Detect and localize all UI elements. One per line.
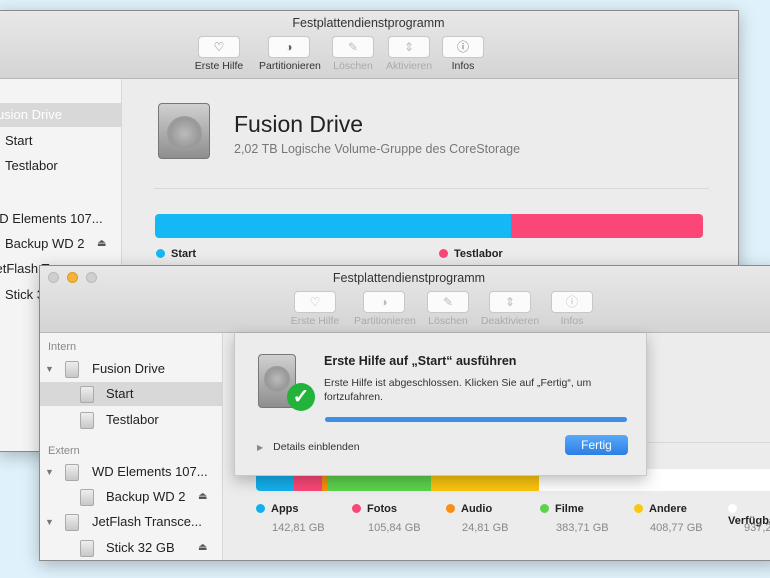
sidebar-item-backup-wd[interactable]: Backup WD 2 ⏏ bbox=[0, 232, 121, 256]
sidebar-item-start[interactable]: Start bbox=[0, 129, 121, 153]
legend-value: 383,71 GB bbox=[556, 522, 609, 534]
details-toggle[interactable]: ▶ Details einblenden bbox=[257, 441, 360, 453]
unmount-icon: ⇕ bbox=[489, 291, 531, 313]
drive-description: 2,02 TB Logische Volume-Gruppe des CoreS… bbox=[234, 142, 521, 156]
info-button[interactable]: ⓘ Infos bbox=[542, 291, 602, 327]
drive-icon bbox=[65, 361, 79, 378]
erase-icon: ✎ bbox=[427, 291, 469, 313]
volume-icon bbox=[80, 386, 94, 403]
section-extern: Extern bbox=[48, 445, 80, 457]
legend-fotos: Fotos bbox=[352, 503, 397, 515]
front-window: Festplattendienstprogramm ♡ Erste Hilfe ◑… bbox=[39, 265, 770, 561]
disclosure-triangle-icon[interactable]: ▼ bbox=[45, 357, 54, 381]
erase-icon: ✎ bbox=[332, 36, 374, 58]
unmount-button[interactable]: ⇕ Deaktivieren bbox=[480, 291, 540, 327]
legend-value: 24,81 GB bbox=[462, 522, 509, 534]
sidebar-item-fusion-drive[interactable]: Fusion Drive bbox=[0, 103, 121, 127]
toolbar: Festplattendienstprogramm ♡ Erste Hilfe ◑… bbox=[0, 11, 738, 79]
drive-name: Fusion Drive bbox=[234, 111, 364, 137]
usage-segment-testlabor bbox=[511, 214, 703, 238]
first-aid-button[interactable]: ♡ Erste Hilfe bbox=[189, 36, 249, 72]
partition-icon: ◑ bbox=[363, 291, 405, 313]
progress-bar bbox=[325, 417, 627, 422]
sheet-message: Erste Hilfe ist abgeschlossen. Klicken S… bbox=[324, 377, 592, 403]
usage-segment-start bbox=[155, 214, 512, 238]
section-intern: Intern bbox=[48, 341, 77, 353]
legend-value: 105,84 GB bbox=[368, 522, 421, 534]
legend-value: 142,81 GB bbox=[272, 522, 325, 534]
legend-value: 408,77 GB bbox=[650, 522, 703, 534]
window-title: Festplattendienstprogramm bbox=[332, 271, 486, 285]
legend-value: 937,2 bbox=[744, 522, 770, 534]
info-icon: ⓘ bbox=[551, 291, 593, 313]
volume-icon bbox=[80, 489, 94, 506]
drive-icon bbox=[65, 464, 79, 481]
hard-drive-icon bbox=[158, 103, 210, 159]
eject-icon[interactable]: ⏏ bbox=[198, 485, 207, 509]
volume-icon bbox=[80, 412, 94, 429]
mount-button[interactable]: ⇕ Aktivieren bbox=[379, 36, 439, 72]
stethoscope-icon: ♡ bbox=[198, 36, 240, 58]
toolbar: Festplattendienstprogramm ♡ Erste Hilfe ◑… bbox=[40, 266, 770, 333]
first-aid-button[interactable]: ♡ Erste Hilfe bbox=[285, 291, 345, 327]
sidebar-item-fusion-drive[interactable]: ▼ Fusion Drive bbox=[40, 357, 222, 381]
disclosure-triangle-icon: ▶ bbox=[257, 443, 264, 452]
info-button[interactable]: ⓘ Infos bbox=[433, 36, 493, 72]
legend-andere: Andere bbox=[634, 503, 687, 515]
sidebar-item-wd-elements[interactable]: WD Elements 107... bbox=[0, 207, 121, 231]
sheet-title: Erste Hilfe auf „Start“ ausführen bbox=[324, 354, 517, 368]
done-button[interactable]: Fertig bbox=[565, 435, 628, 455]
partition-button[interactable]: ◑ Partitionieren bbox=[354, 291, 416, 327]
legend-audio: Audio bbox=[446, 503, 492, 515]
eject-icon[interactable]: ⏏ bbox=[97, 232, 106, 256]
info-icon: ⓘ bbox=[442, 36, 484, 58]
legend-apps: Apps bbox=[256, 503, 299, 515]
legend-filme: Filme bbox=[540, 503, 584, 515]
disclosure-triangle-icon[interactable]: ▼ bbox=[45, 460, 54, 484]
usage-bar bbox=[155, 214, 703, 238]
sidebar-item-testlabor[interactable]: Testlabor bbox=[0, 154, 121, 178]
mount-icon: ⇕ bbox=[388, 36, 430, 58]
first-aid-sheet: ✓ Erste Hilfe auf „Start“ ausführen Erst… bbox=[234, 333, 647, 476]
disclosure-triangle-icon[interactable]: ▼ bbox=[45, 510, 54, 534]
drive-icon bbox=[65, 514, 79, 531]
legend-testlabor: Testlabor bbox=[439, 248, 503, 260]
sidebar-item-wd-elements[interactable]: ▼ WD Elements 107... bbox=[40, 460, 222, 484]
volume-icon bbox=[80, 540, 94, 557]
window-title: Festplattendienstprogramm bbox=[292, 16, 445, 30]
stethoscope-icon: ♡ bbox=[294, 291, 336, 313]
divider bbox=[646, 442, 770, 443]
eject-icon[interactable]: ⏏ bbox=[198, 536, 207, 560]
legend-start: Start bbox=[156, 248, 196, 260]
sidebar-item-jetflash[interactable]: ▼ JetFlash Transce... bbox=[40, 510, 222, 534]
sidebar-item-start[interactable]: Start bbox=[40, 382, 222, 406]
partition-icon: ◑ bbox=[268, 36, 310, 58]
partition-button[interactable]: ◑ Partitionieren bbox=[259, 36, 321, 72]
sidebar-item-backup-wd[interactable]: Backup WD 2 ⏏ bbox=[40, 485, 222, 509]
erase-button[interactable]: ✎ Löschen bbox=[323, 36, 383, 72]
checkmark-icon: ✓ bbox=[287, 383, 315, 411]
sidebar-item-stick[interactable]: Stick 32 GB ⏏ bbox=[40, 536, 222, 560]
erase-button[interactable]: ✎ Löschen bbox=[418, 291, 478, 327]
divider bbox=[154, 188, 709, 189]
sidebar-item-testlabor[interactable]: Testlabor bbox=[40, 408, 222, 432]
sidebar: Intern ▼ Fusion Drive Start Testlabor Ext… bbox=[40, 333, 223, 560]
